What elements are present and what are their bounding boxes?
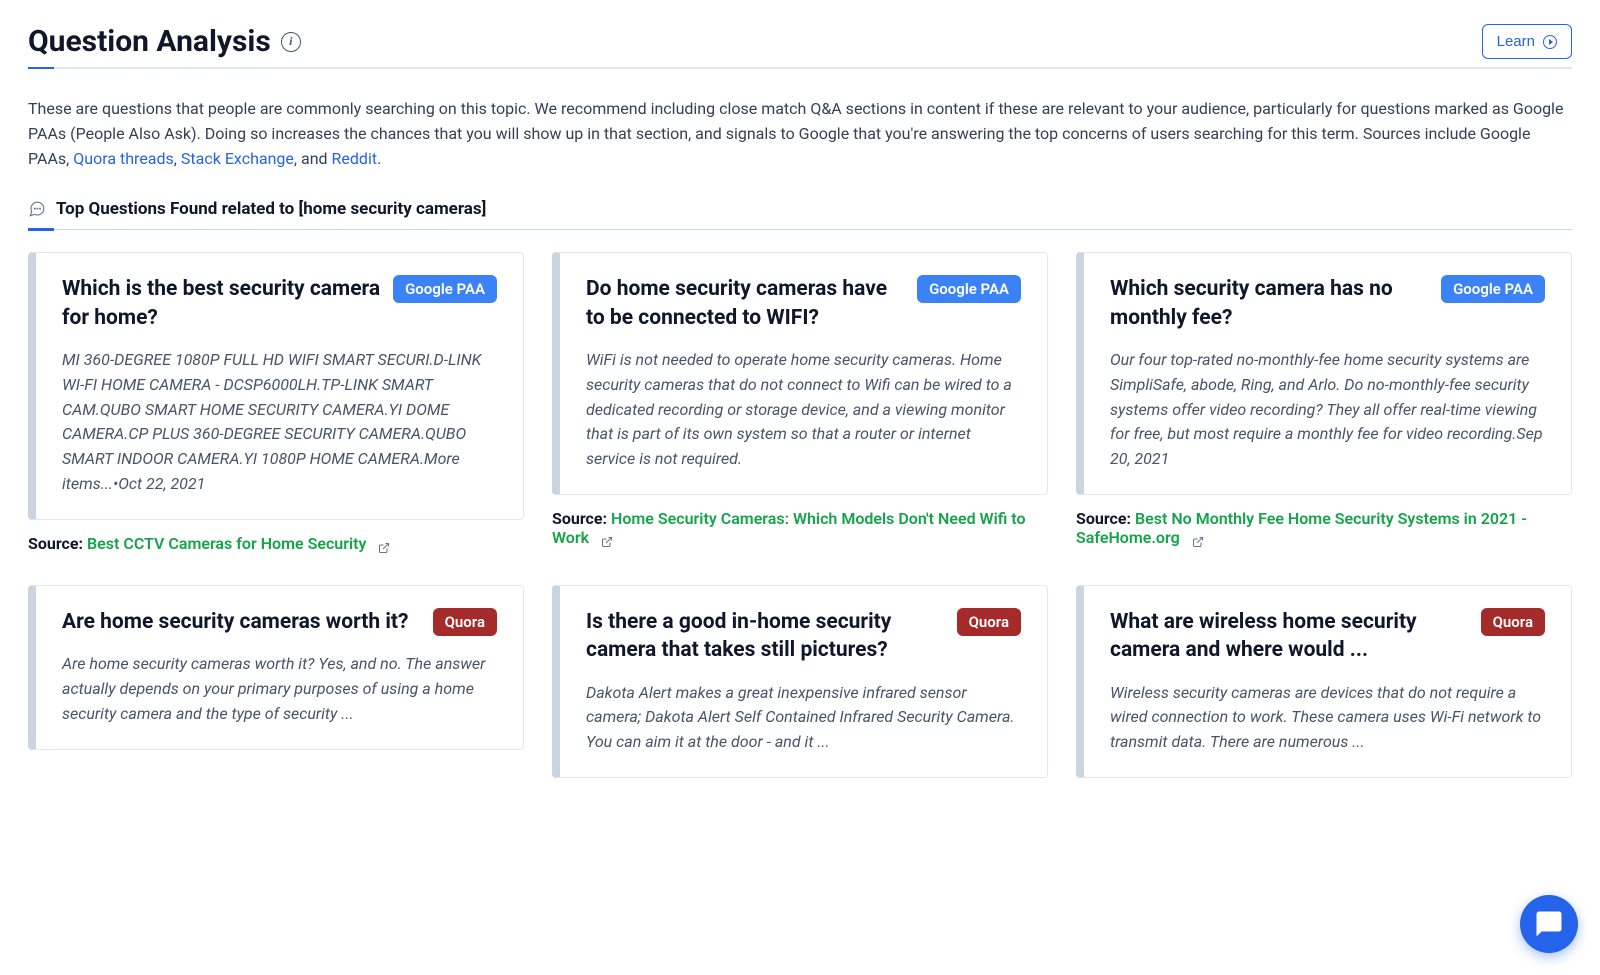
question-card: Do home security cameras have to be conn… (552, 252, 1048, 495)
link-stack-exchange[interactable]: Stack Exchange (181, 149, 294, 168)
question-answer-snippet: Wireless security cameras are devices th… (1110, 681, 1545, 755)
external-link-icon[interactable] (1192, 533, 1204, 545)
page-title: Question Analysis i (28, 24, 301, 59)
source-line: Source: Best CCTV Cameras for Home Secur… (28, 534, 524, 553)
question-answer-snippet: Are home security cameras worth it? Yes,… (62, 652, 497, 726)
source-badge-paa: Google PAA (917, 275, 1021, 303)
source-label: Source: (552, 509, 607, 528)
source-badge-paa: Google PAA (393, 275, 497, 303)
question-card: Are home security cameras worth it? Quor… (28, 585, 524, 750)
source-link[interactable]: Best CCTV Cameras for Home Security (87, 534, 366, 553)
header-underline (28, 67, 1572, 69)
source-line: Source: Best No Monthly Fee Home Securit… (1076, 509, 1572, 547)
section-underline (28, 229, 1572, 230)
learn-button-label: Learn (1497, 33, 1535, 50)
question-card-block: Are home security cameras worth it? Quor… (28, 585, 524, 778)
section-subhead-text: Top Questions Found related to [home sec… (56, 199, 486, 219)
question-title: Which is the best security camera for ho… (62, 275, 381, 332)
question-title: Which security camera has no monthly fee… (1110, 275, 1429, 332)
source-badge-quora: Quora (957, 608, 1021, 636)
info-icon[interactable]: i (281, 32, 301, 52)
link-quora-threads[interactable]: Quora threads (73, 149, 174, 168)
question-title: Do home security cameras have to be conn… (586, 275, 905, 332)
question-answer-snippet: MI 360-DEGREE 1080P FULL HD WIFI SMART S… (62, 348, 497, 497)
question-card-block: Do home security cameras have to be conn… (552, 252, 1048, 552)
question-title: What are wireless home security camera a… (1110, 608, 1469, 665)
question-card: Is there a good in-home security camera … (552, 585, 1048, 778)
intro-paragraph: These are questions that people are comm… (28, 97, 1572, 171)
chat-icon (28, 200, 46, 218)
question-answer-snippet: Dakota Alert makes a great inexpensive i… (586, 681, 1021, 755)
question-answer-snippet: WiFi is not needed to operate home secur… (586, 348, 1021, 472)
question-card: Which security camera has no monthly fee… (1076, 252, 1572, 495)
question-answer-snippet: Our four top-rated no-monthly-fee home s… (1110, 348, 1545, 472)
source-line: Source: Home Security Cameras: Which Mod… (552, 509, 1048, 547)
cards-grid: Which is the best security camera for ho… (28, 252, 1572, 778)
question-card-block: Which security camera has no monthly fee… (1076, 252, 1572, 552)
source-link[interactable]: Home Security Cameras: Which Models Don'… (552, 509, 1026, 547)
external-link-icon[interactable] (601, 533, 613, 545)
source-badge-quora: Quora (433, 608, 497, 636)
page-title-text: Question Analysis (28, 24, 271, 59)
chat-fab-button[interactable] (1520, 895, 1578, 953)
external-link-icon[interactable] (378, 539, 390, 551)
question-card: What are wireless home security camera a… (1076, 585, 1572, 778)
section-subhead: Top Questions Found related to [home sec… (28, 199, 1572, 219)
question-card-block: Is there a good in-home security camera … (552, 585, 1048, 778)
question-title: Is there a good in-home security camera … (586, 608, 945, 665)
question-title: Are home security cameras worth it? (62, 608, 421, 636)
source-link[interactable]: Best No Monthly Fee Home Security System… (1076, 509, 1527, 547)
question-card-block: What are wireless home security camera a… (1076, 585, 1572, 778)
source-label: Source: (1076, 509, 1131, 528)
source-badge-paa: Google PAA (1441, 275, 1545, 303)
learn-button[interactable]: Learn (1482, 24, 1572, 59)
link-reddit[interactable]: Reddit (332, 149, 378, 168)
source-label: Source: (28, 534, 83, 553)
question-card: Which is the best security camera for ho… (28, 252, 524, 519)
source-badge-quora: Quora (1481, 608, 1545, 636)
play-icon (1543, 35, 1557, 49)
question-card-block: Which is the best security camera for ho… (28, 252, 524, 552)
